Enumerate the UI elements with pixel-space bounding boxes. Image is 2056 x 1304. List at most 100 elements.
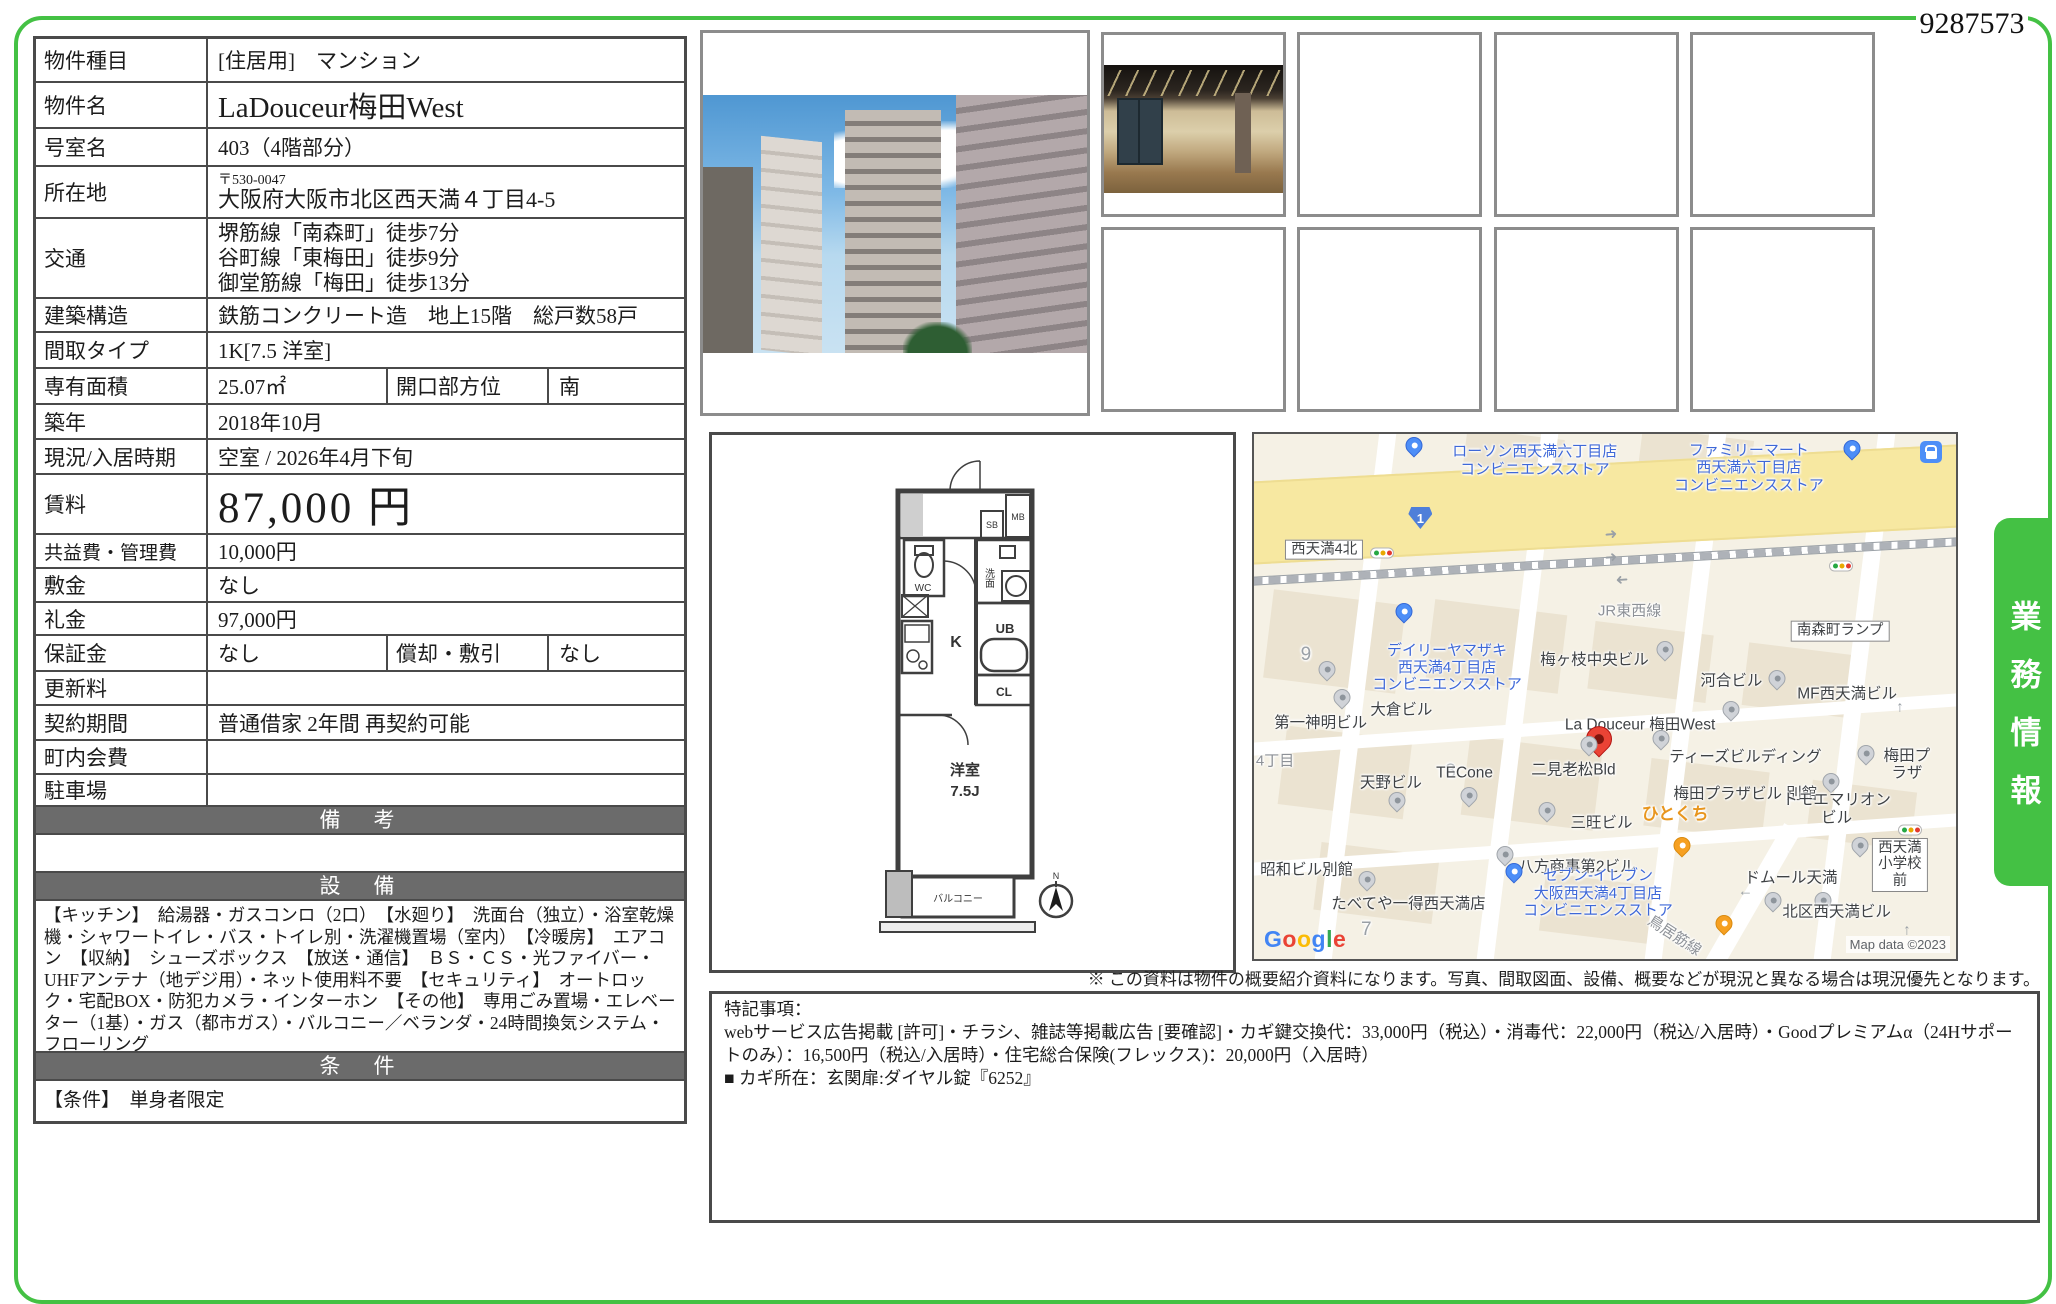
store-label: セブン-イレブン 大阪西天満4丁目店 コンビニエンスストア [1523, 868, 1673, 920]
row-label: 現況/入居時期 [36, 440, 208, 473]
photo-placeholder [1690, 227, 1875, 412]
building-pin [1723, 701, 1740, 718]
entrance-photo-frame [1101, 32, 1286, 217]
row-label: 駐車場 [36, 775, 208, 805]
tab-business-info[interactable]: 業務情報 [1994, 518, 2052, 886]
table-row: 保証金 なし 償却・敷引 なし [36, 636, 684, 672]
section-header-conditions: 条 件 [36, 1053, 684, 1081]
table-row: 所在地 〒530-0047 大阪府大阪市北区西天満４丁目4-5 [36, 167, 684, 219]
section-header-equipment: 設 備 [36, 873, 684, 901]
floorplan-label-north: N [1053, 871, 1060, 881]
restaurant-pin [1716, 915, 1733, 932]
row-label: 築年 [36, 405, 208, 438]
building-label: 河合ビル [1700, 672, 1762, 689]
building-pin [1768, 670, 1785, 687]
building-label: たべてや一得西天満店 [1331, 895, 1485, 912]
row-label: 号室名 [36, 129, 208, 165]
building-label: ティーズビルディング [1669, 748, 1821, 765]
building-pin [1657, 641, 1674, 658]
table-row: 物件名 LaDouceur梅田West [36, 83, 684, 129]
table-row: 号室名 403（4階部分） [36, 129, 684, 167]
table-row: 敷金 なし [36, 569, 684, 603]
row-label: 建築構造 [36, 299, 208, 331]
property-name: LaDouceur梅田West [208, 83, 684, 127]
row-label: 間取タイプ [36, 333, 208, 367]
row-label: 交通 [36, 219, 208, 297]
row-label: 償却・敷引 [386, 636, 549, 670]
section-header-remarks: 備 考 [36, 807, 684, 835]
building-label: 第一神明ビル [1274, 714, 1367, 731]
row-label: 礼金 [36, 603, 208, 634]
row-value [208, 775, 684, 805]
floorplan-label-kitchen: K [950, 634, 962, 651]
store-pin [1505, 863, 1522, 880]
building-label: 二見老松Bld [1531, 761, 1615, 778]
table-row: 契約期間 普通借家 2年間 再契約可能 [36, 706, 684, 741]
photo-building-shape [703, 167, 753, 353]
building-pin [1580, 736, 1597, 753]
building-label: 北区西天満ビル [1782, 903, 1891, 920]
photo-placeholder [1494, 32, 1679, 217]
row-label: 物件名 [36, 83, 208, 127]
store-label: ローソン西天満六丁目店 コンビニエンスストア [1452, 443, 1617, 478]
building-label: 昭和ビル別館 [1260, 861, 1353, 878]
building-label: 梅ヶ枝中央ビル [1540, 651, 1649, 668]
row-label: 敷金 [36, 569, 208, 601]
photo-glass-door [1117, 98, 1164, 165]
photo-building-shape [761, 136, 822, 353]
row-value: なし [549, 636, 684, 670]
map-image: ローソン西天満六丁目店 コンビニエンスストアファミリーマート 西天満六丁目店 コ… [1252, 432, 1958, 961]
building-pin [1389, 792, 1406, 809]
row-value [208, 672, 684, 704]
building-label: ドムール天満 [1745, 869, 1838, 886]
conditions-content: 【条件】 単身者限定 [36, 1081, 684, 1121]
row-value: [住居用] マンション [208, 39, 684, 81]
floorplan: MB SB WC 洗面 K UB CL 洋室 7.5J バルコニー N [709, 432, 1236, 973]
building-pin [1496, 846, 1513, 863]
shop-icon [1920, 441, 1942, 463]
row-value: 2018年10月 [208, 405, 684, 438]
equipment-content: 【キッチン】 給湯器・ガスコンロ（2口） 【水廻り】 洗面台（独立）・浴室乾燥機… [36, 901, 684, 1053]
address: 大阪府大阪市北区西天満４丁目4-5 [218, 188, 555, 212]
table-row: 専有面積 25.07㎡ 開口部方位 南 [36, 369, 684, 405]
table-row: 物件種目 [住居用] マンション [36, 39, 684, 83]
building-label: 天野ビル [1360, 774, 1422, 791]
row-label: 保証金 [36, 636, 208, 670]
table-row: 交通 堺筋線「南森町」徒歩7分 谷町線「東梅田」徒歩9分 御堂筋線「梅田」徒歩1… [36, 219, 684, 299]
building-pin [1460, 787, 1477, 804]
floorplan-drawing: MB SB WC 洗面 K UB CL 洋室 7.5J バルコニー N [712, 435, 1233, 970]
special-notes-body: webサービス広告掲載 [許可]・チラシ、雑誌等掲載広告 [要確認]・カギ鍵交換… [724, 1021, 2025, 1067]
store-pin [1406, 437, 1423, 454]
row-value: 普通借家 2年間 再契約可能 [208, 706, 684, 739]
entrance-photo [1104, 65, 1283, 193]
row-value: 403（4階部分） [208, 129, 684, 165]
building-photo-frame [700, 30, 1090, 416]
table-row: 更新料 [36, 672, 684, 706]
table-row: 建築構造 鉄筋コンクリート造 地上15階 総戸数58戸 [36, 299, 684, 333]
floorplan-label-sb: SB [986, 520, 998, 530]
photo-greenery [903, 322, 972, 353]
table-row: 礼金 97,000円 [36, 603, 684, 636]
row-label: 開口部方位 [386, 369, 549, 403]
building-label: TECone [1436, 764, 1493, 781]
row-value: なし [208, 636, 386, 670]
row-label: 物件種目 [36, 39, 208, 81]
road-arrow-icon: ➜ [1615, 571, 1629, 590]
building-pin [1539, 802, 1556, 819]
floorplan-label-wc: WC [915, 583, 932, 594]
table-row: 賃料 87,000 円 [36, 475, 684, 535]
building-label: MF西天満ビル [1797, 685, 1897, 702]
building-label: 三旺ビル [1570, 814, 1632, 831]
floorplan-label-balcony: バルコニー [933, 893, 983, 905]
building-pin [1319, 661, 1336, 678]
photo-building-shape [845, 110, 941, 353]
boxed-label: 南森町ランプ [1791, 621, 1890, 642]
row-label: 更新料 [36, 672, 208, 704]
restaurant-pin [1673, 837, 1690, 854]
building-pin [1823, 773, 1840, 790]
building-pin [1851, 837, 1868, 854]
special-notes-box: 特記事項： webサービス広告掲載 [許可]・チラシ、雑誌等掲載広告 [要確認]… [709, 991, 2040, 1223]
road-arrow-icon: ➜ [1604, 524, 1618, 543]
building-photo [703, 95, 1087, 353]
boxed-label: 西天満4北 [1285, 539, 1363, 560]
